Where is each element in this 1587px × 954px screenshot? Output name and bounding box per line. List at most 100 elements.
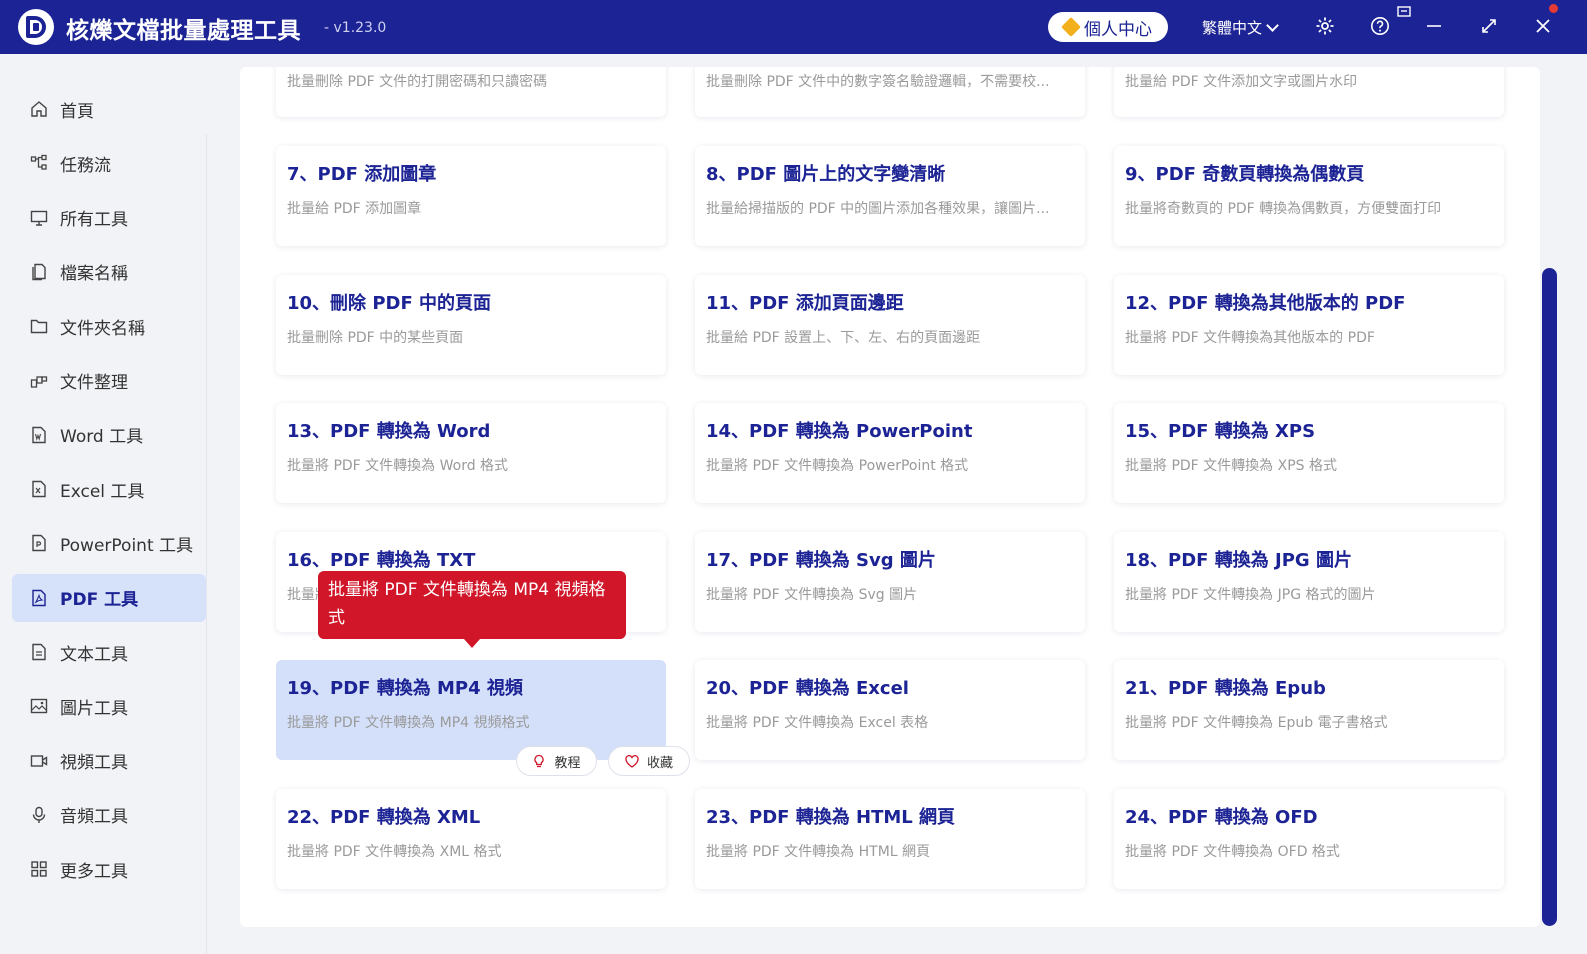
- sidebar-item-11[interactable]: 圖片工具: [12, 682, 206, 730]
- tool-card-desc: 批量刪除 PDF 文件中的數字簽名驗證邏輯，不需要校...: [706, 74, 1050, 90]
- tooltip: 批量將 PDF 文件轉換為 MP4 視頻格式: [318, 571, 626, 639]
- folder-icon: [30, 317, 48, 335]
- sidebar-item-9[interactable]: PDF 工具: [12, 573, 206, 622]
- tool-card[interactable]: 9、PDF 奇數頁轉換為偶數頁 批量將奇數頁的 PDF 轉換為偶數頁，方便雙面打印: [1114, 146, 1504, 246]
- word-file-icon: [30, 426, 48, 444]
- app-title: 核爍文檔批量處理工具: [66, 18, 301, 44]
- tool-card[interactable]: 23、PDF 轉換為 HTML 網頁批量將 PDF 文件轉換為 HTML 網頁: [695, 789, 1085, 889]
- sidebar-item-label: 首頁: [60, 101, 94, 122]
- tool-card[interactable]: 18、PDF 轉換為 JPG 圖片 批量將 PDF 文件轉換為 JPG 格式的圖片: [1114, 531, 1504, 632]
- sidebar-item-label: Word 工具: [60, 427, 144, 448]
- tool-card[interactable]: 批量刪除 PDF 文件中的數字簽名驗證邏輯，不需要校...: [695, 67, 1085, 117]
- tool-card-desc: 批量給 PDF 設置上、下、左、右的頁面邊距: [706, 329, 981, 346]
- tool-card-title: 23、PDF 轉換為 HTML 網頁: [706, 807, 956, 828]
- tool-card[interactable]: 20、PDF 轉換為 Excel 批量將 PDF 文件轉換為 Excel 表格: [695, 660, 1085, 761]
- heart-icon: [625, 754, 639, 768]
- sidebar-item-8[interactable]: PowerPoint 工具: [12, 519, 206, 567]
- tool-card-title: 16、PDF 轉換為 TXT: [287, 549, 476, 571]
- language-select[interactable]: 繁體中文: [1202, 17, 1279, 38]
- tutorial-label: 教程: [554, 755, 581, 771]
- tool-card-title: 24、PDF 轉換為 OFD: [1125, 807, 1318, 828]
- sidebar-item-label: 文件整理: [60, 373, 128, 393]
- vip-diamond-icon: [1061, 17, 1081, 37]
- home-icon: [30, 100, 48, 118]
- tool-card-title: 14、PDF 轉換為 PowerPoint: [706, 421, 973, 443]
- tool-card-desc: 批量將 PDF 文件轉換為 HTML 網頁: [706, 844, 931, 860]
- tool-card[interactable]: 22、PDF 轉換為 XML 批量將 PDF 文件轉換為 XML 格式: [276, 789, 666, 889]
- sidebar-item-10[interactable]: 文本工具: [12, 628, 206, 676]
- notification-dot: [1549, 4, 1558, 13]
- tool-card[interactable]: 15、PDF 轉換為 XPS 批量將 PDF 文件轉換為 XPS 格式: [1114, 403, 1504, 504]
- tool-card-desc: 批量將奇數頁的 PDF 轉換為偶數頁，方便雙面打印: [1125, 201, 1442, 217]
- sidebar-item-label: 檔案名稱: [60, 264, 128, 285]
- tool-card[interactable]: 11、PDF 添加頁面邊距批量給 PDF 設置上、下、左、右的頁面邊距: [695, 274, 1085, 375]
- help-icon[interactable]: [1368, 14, 1392, 38]
- tool-card-desc: 批量將 PDF 文件轉換為 PowerPoint 格式: [706, 458, 969, 475]
- excel-file-icon: [30, 480, 48, 498]
- tool-card[interactable]: 13、PDF 轉換為 Word 批量將 PDF 文件轉換為 Word 格式: [276, 403, 666, 504]
- tool-card-title: 20、PDF 轉換為 Excel: [706, 678, 909, 700]
- text-file-icon: [30, 643, 48, 661]
- tool-card-title: 21、PDF 轉換為 Epub: [1125, 678, 1326, 700]
- sidebar-item-7[interactable]: Excel 工具: [12, 465, 206, 513]
- tool-card[interactable]: 24、PDF 轉換為 OFD 批量將 PDF 文件轉換為 OFD 格式: [1114, 789, 1504, 889]
- feedback-icon[interactable]: [1396, 4, 1412, 20]
- tool-card[interactable]: 12、PDF 轉換為其他版本的 PDF 批量將 PDF 文件轉換為其他版本的 PD…: [1114, 274, 1504, 375]
- sidebar-item-4[interactable]: 文件夾名稱: [12, 302, 206, 350]
- sidebar-item-label: Excel 工具: [60, 481, 145, 502]
- sidebar-item-14[interactable]: 更多工具: [12, 845, 206, 893]
- tool-card-title: 8、PDF 圖片上的文字變清晰: [706, 164, 946, 185]
- tutorial-button[interactable]: 教程: [516, 746, 597, 776]
- tooltip-arrow: [464, 639, 480, 648]
- sidebar-item-label: 文本工具: [60, 644, 128, 665]
- tool-card-title: 22、PDF 轉換為 XML: [287, 807, 481, 828]
- scrollbar-thumb[interactable]: [1542, 268, 1557, 926]
- sidebar-item-1[interactable]: 任務流: [12, 139, 206, 187]
- sidebar-item-0[interactable]: 首頁: [12, 85, 206, 133]
- tool-card[interactable]: 19、PDF 轉換為 MP4 視頻 批量將 PDF 文件轉換為 MP4 視頻格式: [276, 660, 666, 761]
- settings-icon[interactable]: [1313, 14, 1337, 38]
- tool-card-title: 7、PDF 添加圖章: [287, 164, 437, 185]
- tool-card-desc: 批量給 PDF 添加圖章: [287, 201, 422, 217]
- tool-card[interactable]: 10、刪除 PDF 中的頁面批量刪除 PDF 中的某些頁面: [276, 274, 666, 375]
- user-center-label: 個人中心: [1084, 19, 1152, 40]
- tool-card-desc: 批量將 PDF 文件轉換為 XPS 格式: [1125, 458, 1337, 475]
- organize-icon: [30, 372, 48, 390]
- tool-card-desc: 批量將 PDF 文件轉換為 Epub 電子書格式: [1125, 715, 1388, 732]
- tool-card[interactable]: 21、PDF 轉換為 Epub 批量將 PDF 文件轉換為 Epub 電子書格式: [1114, 660, 1504, 761]
- user-center-button[interactable]: 個人中心: [1048, 12, 1168, 42]
- tool-card[interactable]: 14、PDF 轉換為 PowerPoint 批量將 PDF 文件轉換為 Power…: [695, 403, 1085, 504]
- favorite-button[interactable]: 收藏: [608, 746, 690, 776]
- microphone-icon: [30, 806, 48, 824]
- sidebar-item-label: PowerPoint 工具: [60, 535, 194, 556]
- sidebar-item-12[interactable]: 視頻工具: [12, 737, 206, 785]
- tool-card-desc: 批量刪除 PDF 文件的打開密碼和只讀密碼: [287, 74, 548, 90]
- tool-card-desc: 批量給 PDF 文件添加文字或圖片水印: [1125, 74, 1358, 90]
- close-icon[interactable]: [1531, 14, 1555, 38]
- tool-card[interactable]: 8、PDF 圖片上的文字變清晰批量給掃描版的 PDF 中的圖片添加各種效果，讓圖…: [695, 146, 1085, 246]
- tool-card-desc: 批量給掃描版的 PDF 中的圖片添加各種效果，讓圖片...: [706, 201, 1050, 217]
- sidebar-item-3[interactable]: 檔案名稱: [12, 248, 206, 296]
- favorite-label: 收藏: [646, 755, 673, 771]
- sidebar-item-13[interactable]: 音頻工具: [12, 791, 206, 839]
- tool-card-title: 10、刪除 PDF 中的頁面: [287, 292, 492, 314]
- tool-card[interactable]: 批量給 PDF 文件添加文字或圖片水印: [1114, 67, 1504, 117]
- sidebar-item-label: 音頻工具: [60, 807, 128, 828]
- sidebar-divider: [206, 134, 207, 954]
- app-logo-icon: [18, 9, 54, 45]
- lightbulb-icon: [534, 754, 545, 768]
- maximize-icon[interactable]: [1477, 14, 1501, 38]
- tool-card-desc: 批量刪除 PDF 中的某些頁面: [287, 329, 464, 346]
- minimize-icon[interactable]: [1422, 14, 1446, 38]
- tool-card-desc: 批量將 PDF 文件轉換為 Svg 圖片: [706, 586, 918, 603]
- workflow-icon: [30, 154, 48, 172]
- tool-card[interactable]: 7、PDF 添加圖章批量給 PDF 添加圖章: [276, 146, 666, 246]
- sidebar-item-5[interactable]: 文件整理: [12, 357, 206, 405]
- sidebar-item-2[interactable]: 所有工具: [12, 194, 206, 242]
- tool-card-desc: 批量將 PDF 文件轉換為 MP4 視頻格式: [287, 715, 530, 732]
- tool-card[interactable]: 17、PDF 轉換為 Svg 圖片 批量將 PDF 文件轉換為 Svg 圖片: [695, 531, 1085, 632]
- tool-card[interactable]: 批量刪除 PDF 文件的打開密碼和只讀密碼: [276, 67, 666, 117]
- tool-card-title: 11、PDF 添加頁面邊距: [706, 292, 904, 314]
- tool-card-desc: 批量將 PDF 文件轉換為 JPG 格式的圖片: [1125, 586, 1376, 603]
- sidebar-item-6[interactable]: Word 工具: [12, 411, 206, 459]
